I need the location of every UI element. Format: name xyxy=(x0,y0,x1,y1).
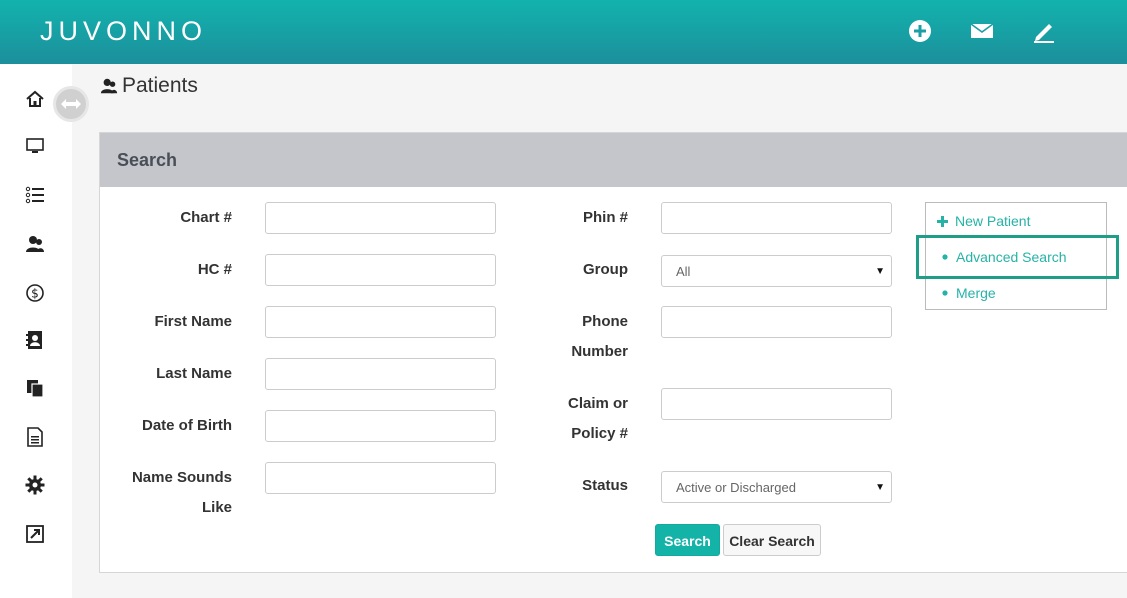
merge-link[interactable]: Merge xyxy=(942,285,996,301)
hc-input[interactable] xyxy=(265,254,496,286)
svg-text:$: $ xyxy=(31,287,39,301)
patients-title-icon xyxy=(100,78,118,94)
claim-label-line2: Policy # xyxy=(571,425,628,442)
advanced-search-highlight-box xyxy=(916,235,1119,279)
bullet-icon xyxy=(942,290,948,296)
plus-circle-icon[interactable] xyxy=(905,16,935,46)
status-select-value: Active or Discharged xyxy=(676,480,796,495)
group-select-value: All xyxy=(676,264,691,279)
name-sounds-like-line1: Name Sounds xyxy=(131,469,232,486)
search-panel-title: Search xyxy=(100,133,1127,187)
status-label: Status xyxy=(582,477,628,494)
plus-icon xyxy=(937,215,948,227)
caret-down-icon: ▼ xyxy=(875,482,885,493)
home-icon[interactable] xyxy=(22,86,48,112)
last-name-label: Last Name xyxy=(156,365,232,382)
contacts-icon[interactable] xyxy=(22,327,48,353)
top-bar: JUVONNO xyxy=(0,0,1127,64)
first-name-input[interactable] xyxy=(265,306,496,338)
caret-down-icon: ▼ xyxy=(875,266,885,277)
first-name-label: First Name xyxy=(154,313,232,330)
envelope-icon[interactable] xyxy=(967,16,997,46)
sidebar-toggle-button[interactable] xyxy=(53,86,89,122)
new-patient-label: New Patient xyxy=(955,213,1031,229)
list-icon[interactable] xyxy=(22,182,48,208)
claim-policy-label: Claim or Policy # xyxy=(540,389,628,449)
gear-icon[interactable] xyxy=(22,472,48,498)
group-label: Group xyxy=(583,261,628,278)
status-select[interactable]: Active or Discharged ▼ xyxy=(661,471,892,503)
documents-icon[interactable] xyxy=(22,375,48,401)
last-name-input[interactable] xyxy=(265,358,496,390)
phone-number-label: Phone Number xyxy=(540,307,628,367)
phone-number-input[interactable] xyxy=(661,306,892,338)
sidebar: $ xyxy=(0,64,72,598)
name-sounds-like-line2: Like xyxy=(201,499,232,516)
page-title-text: Patients xyxy=(122,74,198,97)
phin-input[interactable] xyxy=(661,202,892,234)
search-button[interactable]: Search xyxy=(655,524,720,556)
patients-icon[interactable] xyxy=(22,231,48,257)
group-select[interactable]: All ▼ xyxy=(661,255,892,287)
pencil-icon[interactable] xyxy=(1029,16,1059,46)
phone-label-line2: Number xyxy=(571,343,628,360)
page-title: Patients xyxy=(100,74,198,98)
phin-label: Phin # xyxy=(582,209,628,226)
dollar-icon[interactable]: $ xyxy=(22,280,48,306)
hc-label: HC # xyxy=(197,261,232,278)
merge-label: Merge xyxy=(956,285,996,301)
chart-input[interactable] xyxy=(265,202,496,234)
name-sounds-like-input[interactable] xyxy=(265,462,496,494)
claim-policy-input[interactable] xyxy=(661,388,892,420)
claim-label-line1: Claim or xyxy=(567,395,628,412)
app-logo[interactable]: JUVONNO xyxy=(40,16,207,47)
clear-search-button[interactable]: Clear Search xyxy=(723,524,821,556)
chart-label: Chart # xyxy=(180,209,232,226)
file-icon[interactable] xyxy=(22,424,48,450)
monitor-icon[interactable] xyxy=(22,133,48,159)
dob-input[interactable] xyxy=(265,410,496,442)
name-sounds-like-label: Name Sounds Like xyxy=(120,463,232,523)
external-link-icon[interactable] xyxy=(22,521,48,547)
phone-label-line1: Phone xyxy=(582,313,628,330)
new-patient-link[interactable]: New Patient xyxy=(937,213,1030,229)
dob-label: Date of Birth xyxy=(142,417,232,434)
